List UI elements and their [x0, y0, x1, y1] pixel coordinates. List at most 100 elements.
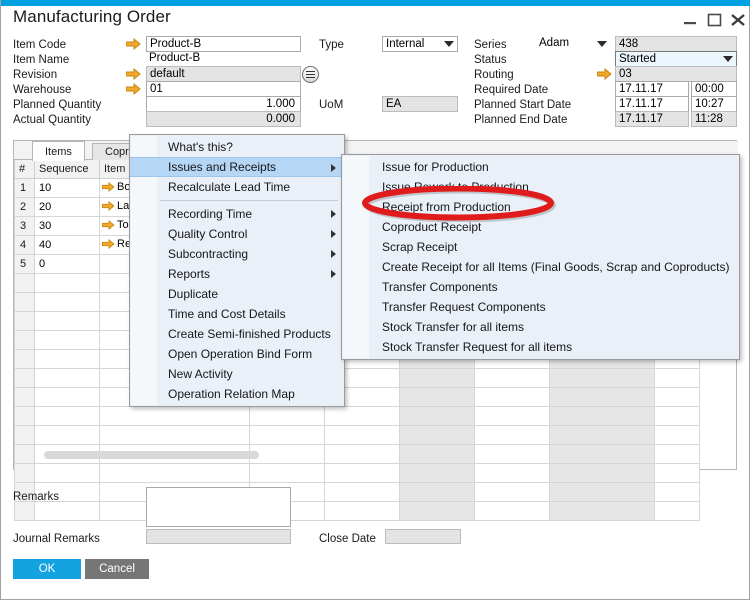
menu-item[interactable]: Recalculate Lead Time — [130, 177, 344, 197]
table-cell[interactable] — [474, 443, 550, 464]
sequence-cell[interactable]: 30 — [34, 215, 100, 236]
row-number-cell[interactable] — [14, 310, 35, 331]
table-cell[interactable] — [399, 462, 475, 483]
menu-item[interactable]: Scrap Receipt — [342, 237, 739, 257]
col-rownum[interactable]: # — [14, 160, 35, 179]
table-cell[interactable] — [549, 462, 655, 483]
col-sequence[interactable]: Sequence — [34, 160, 100, 179]
table-cell[interactable] — [249, 462, 325, 483]
row-number-cell[interactable] — [14, 386, 35, 407]
menu-item[interactable]: Stock Transfer Request for all items — [342, 337, 739, 357]
menu-item[interactable]: New Activity — [130, 364, 344, 384]
table-cell[interactable] — [654, 500, 700, 521]
table-cell[interactable] — [34, 348, 100, 369]
table-row[interactable] — [14, 405, 700, 426]
sequence-cell[interactable]: 0 — [34, 253, 100, 274]
status-field[interactable]: Started — [615, 51, 737, 67]
table-cell[interactable] — [474, 424, 550, 445]
maximize-button[interactable] — [703, 11, 725, 29]
table-cell[interactable] — [324, 443, 400, 464]
table-cell[interactable] — [549, 367, 655, 388]
row-number-cell[interactable]: 1 — [14, 177, 35, 198]
planned-start-time-field[interactable]: 10:27 — [691, 96, 737, 112]
sequence-cell[interactable]: 10 — [34, 177, 100, 198]
table-cell[interactable] — [549, 481, 655, 502]
menu-item[interactable]: Stock Transfer for all items — [342, 317, 739, 337]
table-cell[interactable] — [549, 386, 655, 407]
table-cell[interactable] — [249, 424, 325, 445]
table-cell[interactable] — [34, 291, 100, 312]
table-cell[interactable] — [324, 481, 400, 502]
required-time-field[interactable]: 00:00 — [691, 81, 737, 97]
table-cell[interactable] — [474, 386, 550, 407]
row-number-cell[interactable] — [14, 367, 35, 388]
row-number-cell[interactable] — [14, 443, 35, 464]
table-cell[interactable] — [399, 386, 475, 407]
table-cell[interactable] — [654, 443, 700, 464]
table-cell[interactable] — [474, 481, 550, 502]
menu-item[interactable]: Open Operation Bind Form — [130, 344, 344, 364]
table-cell[interactable] — [324, 462, 400, 483]
table-row[interactable] — [14, 462, 700, 483]
menu-item[interactable]: Transfer Components — [342, 277, 739, 297]
menu-item[interactable]: Duplicate — [130, 284, 344, 304]
menu-item[interactable]: Subcontracting — [130, 244, 344, 264]
menu-item[interactable]: Issue for Production — [342, 157, 739, 177]
table-cell[interactable] — [324, 500, 400, 521]
table-row[interactable] — [14, 500, 700, 521]
menu-item[interactable]: Create Semi-finished Products — [130, 324, 344, 344]
table-cell[interactable] — [549, 500, 655, 521]
table-cell[interactable] — [474, 367, 550, 388]
close-button[interactable] — [727, 11, 749, 29]
table-cell[interactable] — [34, 310, 100, 331]
row-number-cell[interactable]: 2 — [14, 196, 35, 217]
row-number-cell[interactable] — [14, 291, 35, 312]
ok-button[interactable]: OK — [13, 559, 81, 579]
sequence-cell[interactable]: 40 — [34, 234, 100, 255]
menu-item[interactable]: Time and Cost Details — [130, 304, 344, 324]
chevron-down-icon[interactable] — [723, 56, 733, 62]
table-cell[interactable] — [34, 386, 100, 407]
table-cell[interactable] — [34, 462, 100, 483]
remarks-input[interactable] — [146, 487, 291, 527]
table-row[interactable] — [14, 367, 700, 388]
table-cell[interactable] — [399, 405, 475, 426]
menu-item[interactable]: Issue Rework to Production — [342, 177, 739, 197]
row-number-cell[interactable]: 4 — [14, 234, 35, 255]
menu-item[interactable]: Quality Control — [130, 224, 344, 244]
row-number-cell[interactable] — [14, 424, 35, 445]
menu-item[interactable]: Transfer Request Components — [342, 297, 739, 317]
table-cell[interactable] — [549, 424, 655, 445]
item-code-field[interactable]: Product-B — [146, 36, 301, 52]
row-number-cell[interactable]: 5 — [14, 253, 35, 274]
table-cell[interactable] — [399, 367, 475, 388]
table-cell[interactable] — [474, 462, 550, 483]
planned-quantity-field[interactable]: 1.000 — [146, 96, 301, 112]
table-cell[interactable] — [34, 272, 100, 293]
table-cell[interactable] — [324, 405, 400, 426]
table-cell[interactable] — [249, 443, 325, 464]
tab-items[interactable]: Items — [32, 141, 85, 161]
menu-item[interactable]: Recording Time — [130, 204, 344, 224]
table-cell[interactable] — [654, 386, 700, 407]
menu-item[interactable]: Coproduct Receipt — [342, 217, 739, 237]
table-cell[interactable] — [549, 405, 655, 426]
chevron-down-icon[interactable] — [444, 41, 454, 47]
revision-picker-icon[interactable] — [302, 66, 319, 83]
cancel-button[interactable]: Cancel — [85, 559, 149, 579]
table-cell[interactable] — [34, 329, 100, 350]
row-number-cell[interactable] — [14, 348, 35, 369]
menu-item[interactable]: What's this? — [130, 137, 344, 157]
table-cell[interactable] — [34, 367, 100, 388]
table-cell[interactable] — [34, 424, 100, 445]
table-cell[interactable] — [399, 443, 475, 464]
table-cell[interactable] — [654, 405, 700, 426]
table-cell[interactable] — [549, 443, 655, 464]
row-number-cell[interactable]: 3 — [14, 215, 35, 236]
routing-field[interactable]: 03 — [615, 66, 737, 82]
warehouse-field[interactable]: 01 — [146, 81, 301, 97]
table-row[interactable] — [14, 424, 700, 445]
minimize-button[interactable] — [679, 11, 701, 29]
table-cell[interactable] — [399, 424, 475, 445]
row-number-cell[interactable] — [14, 405, 35, 426]
